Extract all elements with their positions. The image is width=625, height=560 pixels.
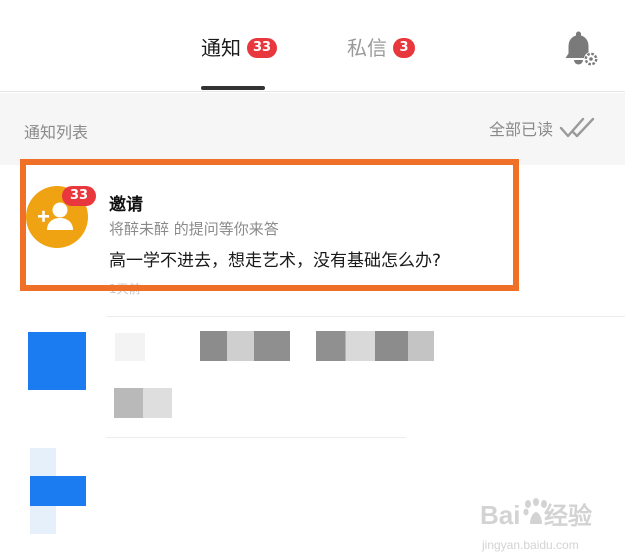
double-check-icon xyxy=(559,117,595,138)
bell-gear-icon[interactable] xyxy=(560,30,600,70)
blurred-avatar xyxy=(30,476,86,506)
blurred-avatar-tile xyxy=(30,506,56,534)
tab-messages[interactable]: 私信 3 xyxy=(347,34,415,62)
blurred-text xyxy=(114,388,172,418)
blurred-text xyxy=(200,331,290,361)
notification-item[interactable] xyxy=(0,166,625,316)
blurred-avatar-tile xyxy=(30,448,56,476)
item-divider xyxy=(106,437,406,438)
tab-messages-badge: 3 xyxy=(393,38,415,58)
blurred-text xyxy=(115,333,145,361)
baidu-paw-logo: Bai 经验 xyxy=(480,498,592,530)
notification-question[interactable]: 高一学不进去，想走艺术，没有基础怎么办? xyxy=(109,246,441,271)
tab-bar: 通知 33 私信 3 xyxy=(0,0,625,92)
active-tab-indicator xyxy=(201,86,265,90)
notification-title: 邀请 xyxy=(109,195,143,215)
svg-text:经验: 经验 xyxy=(544,502,592,530)
watermark-url: jingyan.baidu.com xyxy=(482,538,579,552)
blurred-avatar xyxy=(28,332,86,390)
tab-notifications-label: 通知 xyxy=(201,36,241,60)
notification-time: 1天前 xyxy=(109,282,141,296)
baidu-watermark: Bai 经验 jingyan.baidu.com xyxy=(478,494,618,556)
mark-all-read-button[interactable]: 全部已读 xyxy=(489,113,597,143)
tab-notifications[interactable]: 通知 33 xyxy=(201,34,278,62)
notification-badge: 33 xyxy=(62,186,96,206)
svg-text:Bai: Bai xyxy=(480,500,520,530)
list-title: 通知列表 xyxy=(24,123,89,142)
tab-messages-label: 私信 xyxy=(347,36,387,60)
blurred-text xyxy=(316,331,434,361)
notification-subtitle: 将醉未醉 的提问等你来答 xyxy=(109,220,279,238)
tab-notifications-badge: 33 xyxy=(247,38,278,58)
mark-all-read-label: 全部已读 xyxy=(488,120,553,139)
item-divider xyxy=(106,316,625,317)
list-header: 通知列表 全部已读 xyxy=(0,93,625,165)
